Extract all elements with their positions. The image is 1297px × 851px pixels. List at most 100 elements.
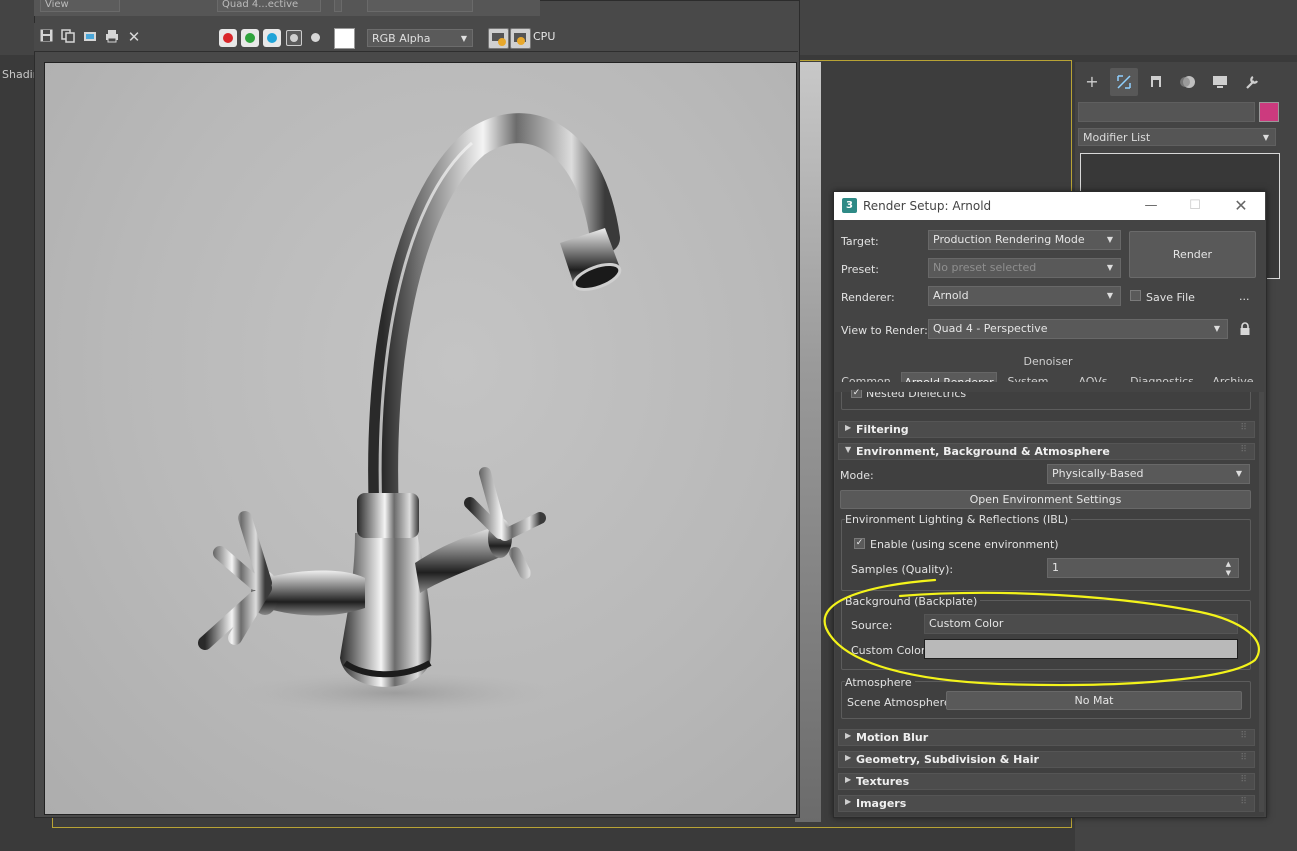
chevron-down-icon: ▼ xyxy=(1106,235,1113,244)
clone-framebuffer-icon[interactable] xyxy=(82,29,98,45)
modify-tab-icon[interactable] xyxy=(1110,68,1138,96)
red-channel-toggle[interactable] xyxy=(219,29,237,47)
maximize-icon[interactable]: ☐ xyxy=(1180,195,1210,217)
chevron-down-icon: ▼ xyxy=(460,34,467,43)
imagers-rollout[interactable]: ▶ Imagers ⠿ xyxy=(838,795,1255,812)
ibl-group-title: Environment Lighting & Reflections (IBL) xyxy=(845,513,1072,526)
faucet-render-image xyxy=(198,113,622,715)
create-tab-icon[interactable]: + xyxy=(1078,68,1106,96)
expand-arrow-icon: ▶ xyxy=(845,797,852,806)
viewport-dropdown-label: Quad 4...ective xyxy=(222,0,299,10)
render-button[interactable]: Render xyxy=(1129,231,1256,278)
custom-color-swatch[interactable] xyxy=(924,639,1238,659)
modifier-list-dropdown[interactable]: Modifier List ▼ xyxy=(1078,128,1276,146)
preset-dropdown[interactable]: No preset selected ▼ xyxy=(928,258,1121,278)
environment-settings-icon[interactable] xyxy=(510,28,531,49)
rendered-image xyxy=(44,62,797,815)
save-file-checkbox[interactable] xyxy=(1130,290,1141,301)
motion-tab-icon[interactable] xyxy=(1174,68,1202,96)
chevron-down-icon: ▼ xyxy=(1262,133,1269,142)
imagers-title: Imagers xyxy=(856,797,907,810)
scene-atmosphere-button[interactable]: No Mat xyxy=(946,691,1242,710)
samples-label: Samples (Quality): xyxy=(851,563,954,576)
mode-value: Physically-Based xyxy=(1052,467,1144,480)
mode-label: Mode: xyxy=(840,469,874,482)
viewport-dropdown[interactable]: Quad 4...ective xyxy=(217,0,321,12)
minimize-icon[interactable]: — xyxy=(1136,195,1166,217)
geometry-title: Geometry, Subdivision & Hair xyxy=(856,753,1039,766)
nested-dielectrics-checkbox[interactable]: ✓ xyxy=(851,389,862,398)
environment-rollout[interactable]: ▼ Environment, Background & Atmosphere ⠿ xyxy=(838,443,1255,460)
chevron-down-icon: ▼ xyxy=(1235,469,1242,478)
render-setup-titlebar[interactable]: 3 Render Setup: Arnold — ☐ ✕ xyxy=(834,192,1265,220)
view-to-render-label: View to Render: xyxy=(841,324,928,337)
motion-blur-rollout[interactable]: ▶ Motion Blur ⠿ xyxy=(838,729,1255,746)
source-value: Custom Color xyxy=(929,617,1004,630)
preset-label: Preset: xyxy=(841,263,880,276)
view-to-render-value: Quad 4 - Perspective xyxy=(933,322,1048,335)
lock-icon[interactable] xyxy=(334,0,342,12)
display-channel-dropdown[interactable]: RGB Alpha ▼ xyxy=(367,29,473,47)
chevron-down-icon: ▼ xyxy=(1213,324,1220,333)
preset-dropdown[interactable] xyxy=(367,0,473,12)
spinner-arrows-icon[interactable]: ▲ ▼ xyxy=(1226,560,1231,578)
print-image-icon[interactable] xyxy=(104,29,120,45)
object-color-swatch[interactable] xyxy=(1259,102,1279,122)
close-icon[interactable]: ✕ xyxy=(1226,195,1256,217)
save-image-icon[interactable] xyxy=(38,29,54,45)
clear-image-icon[interactable]: ✕ xyxy=(126,29,142,45)
drag-grip-icon[interactable]: ⠿ xyxy=(1240,731,1247,741)
renderer-dropdown[interactable]: Arnold ▼ xyxy=(928,286,1121,306)
view-dropdown[interactable]: View xyxy=(40,0,120,12)
textures-rollout[interactable]: ▶ Textures ⠿ xyxy=(838,773,1255,790)
renderer-label: Renderer: xyxy=(841,291,895,304)
drag-grip-icon[interactable]: ⠿ xyxy=(1240,775,1247,785)
chevron-down-icon: ▼ xyxy=(1106,263,1113,272)
samples-spinner[interactable]: 1 ▲ ▼ xyxy=(1047,558,1239,578)
alpha-channel-toggle[interactable] xyxy=(286,30,302,46)
save-file-label: Save File xyxy=(1146,291,1195,304)
source-dropdown[interactable]: Custom Color xyxy=(924,614,1238,634)
source-label: Source: xyxy=(851,619,893,632)
green-channel-toggle[interactable] xyxy=(241,29,259,47)
tab-denoiser[interactable]: Denoiser xyxy=(1015,352,1081,372)
geometry-rollout[interactable]: ▶ Geometry, Subdivision & Hair ⠿ xyxy=(838,751,1255,768)
blue-channel-toggle[interactable] xyxy=(263,29,281,47)
monochrome-icon[interactable] xyxy=(311,33,320,42)
command-panel-tabs: + xyxy=(1078,68,1288,98)
utilities-tab-icon[interactable] xyxy=(1238,68,1266,96)
background-group-title: Background (Backplate) xyxy=(845,595,981,608)
expand-arrow-icon: ▶ xyxy=(845,775,852,784)
drag-grip-icon[interactable]: ⠿ xyxy=(1240,445,1247,455)
object-name-field[interactable] xyxy=(1078,102,1255,122)
drag-grip-icon[interactable]: ⠿ xyxy=(1240,753,1247,763)
display-tab-icon[interactable] xyxy=(1206,68,1234,96)
view-to-render-dropdown[interactable]: Quad 4 - Perspective ▼ xyxy=(928,319,1228,339)
enable-ibl-checkbox[interactable]: ✓ xyxy=(854,538,865,549)
copy-image-icon[interactable] xyxy=(60,29,76,45)
drag-grip-icon[interactable]: ⠿ xyxy=(1240,423,1247,433)
drag-grip-icon[interactable]: ⠿ xyxy=(1240,797,1247,807)
render-setup-icon[interactable] xyxy=(488,28,509,49)
hierarchy-tab-icon[interactable] xyxy=(1142,68,1170,96)
rollout-scrollbar[interactable] xyxy=(1259,392,1264,812)
clear-color-swatch[interactable] xyxy=(334,28,355,49)
ibl-group xyxy=(841,519,1251,591)
atmosphere-group-title: Atmosphere xyxy=(845,676,915,689)
mode-dropdown[interactable]: Physically-Based ▼ xyxy=(1047,464,1250,484)
collapse-arrow-icon: ▼ xyxy=(845,445,852,454)
custom-color-label: Custom Color: xyxy=(851,644,929,657)
lock-view-icon[interactable] xyxy=(1239,322,1251,336)
open-environment-settings-button[interactable]: Open Environment Settings xyxy=(840,490,1251,509)
filtering-rollout[interactable]: ▶ Filtering ⠿ xyxy=(838,421,1255,438)
target-label: Target: xyxy=(841,235,879,248)
frame-buffer-top-toolbar: View Quad 4...ective xyxy=(34,0,540,16)
tabs-overlap-mask xyxy=(835,382,1264,392)
textures-title: Textures xyxy=(856,775,910,788)
view-dropdown-label: View xyxy=(45,0,69,10)
target-dropdown[interactable]: Production Rendering Mode ▼ xyxy=(928,230,1121,250)
blue-channel-icon xyxy=(267,33,277,43)
save-file-browse-button[interactable]: ... xyxy=(1239,290,1250,303)
enable-ibl-label: Enable (using scene environment) xyxy=(870,538,1059,551)
chevron-down-icon: ▼ xyxy=(1106,291,1113,300)
